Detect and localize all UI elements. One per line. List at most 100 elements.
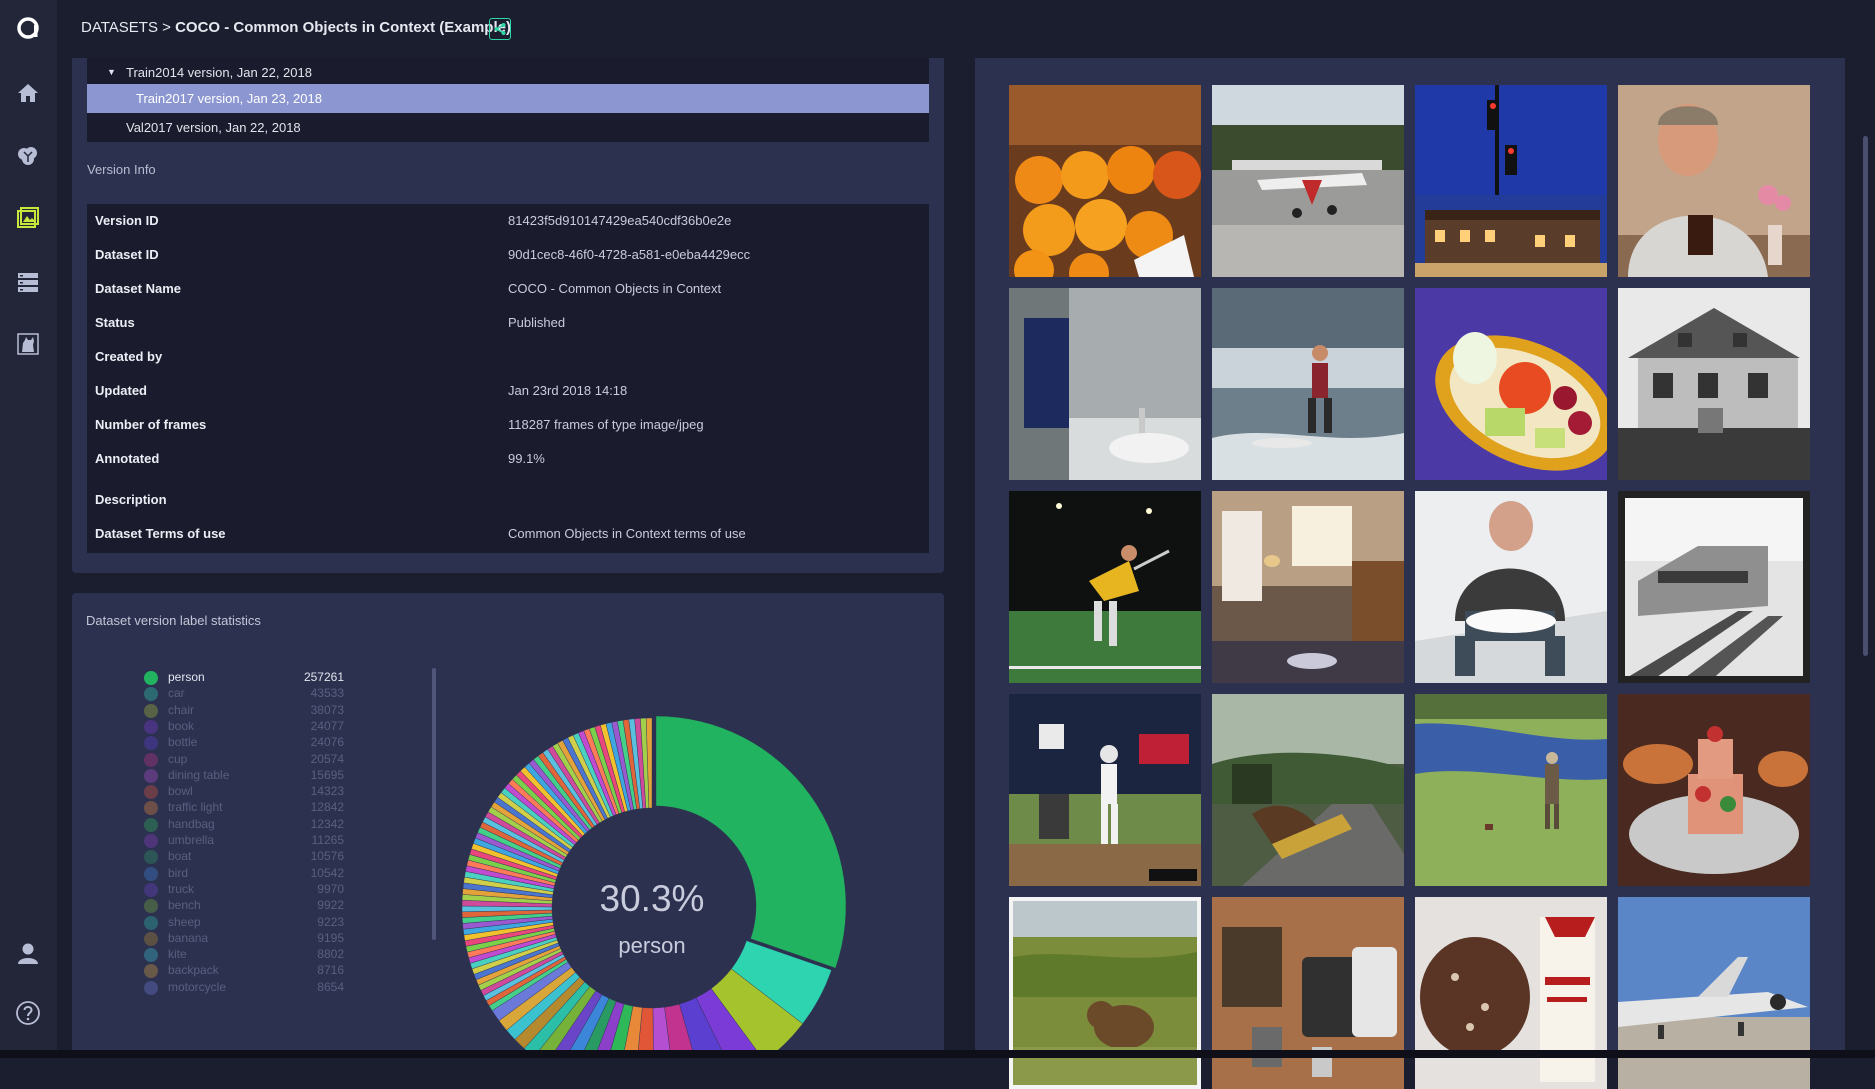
thumbnail-bear[interactable] xyxy=(1009,897,1201,1089)
page-title: COCO - Common Objects in Context (Exampl… xyxy=(175,19,511,36)
legend-color-dot xyxy=(144,768,158,783)
thumbnail-bento[interactable] xyxy=(1415,288,1607,480)
info-row-version-id: Version ID 81423f5d910147429ea540cdf36b0… xyxy=(87,204,929,238)
info-key: Dataset Terms of use xyxy=(95,526,226,541)
info-key: Annotated xyxy=(95,451,160,466)
thumbnail-bag-contents[interactable] xyxy=(1212,897,1404,1089)
thumbnail-jet[interactable] xyxy=(1618,897,1810,1089)
breadcrumb-separator: > xyxy=(157,19,176,36)
info-key: Version ID xyxy=(95,213,159,228)
info-row-updated: Updated Jan 23rd 2018 14:18 xyxy=(87,374,929,408)
thumbnail-toilet-man[interactable] xyxy=(1415,491,1607,683)
breadcrumb: DATASETS > COCO - Common Objects in Cont… xyxy=(81,19,511,36)
thumbnail-cake[interactable] xyxy=(1618,694,1810,886)
thumbnail-tennis[interactable] xyxy=(1009,491,1201,683)
legend-color-dot xyxy=(144,834,158,848)
info-key: Status xyxy=(95,315,135,330)
thumbnail-bathroom[interactable] xyxy=(1009,288,1201,480)
version-label: Train2017 version, Jan 23, 2018 xyxy=(136,91,322,106)
legend-color-dot xyxy=(144,817,158,832)
legend-color-dot xyxy=(144,801,158,816)
version-item-train2017[interactable]: Train2017 version, Jan 23, 2018 xyxy=(87,84,929,113)
share-button[interactable] xyxy=(489,18,511,40)
info-key: Description xyxy=(95,492,167,507)
thumbnail-skateboard[interactable] xyxy=(1212,694,1404,886)
thumbnail-baseball[interactable] xyxy=(1009,694,1201,886)
thumbnail-train[interactable] xyxy=(1618,491,1810,683)
info-key: Updated xyxy=(95,383,147,398)
image-icon[interactable] xyxy=(10,200,46,236)
legend-scrollbar[interactable] xyxy=(432,668,436,940)
version-info-heading: Version Info xyxy=(87,162,156,177)
info-key: Dataset ID xyxy=(95,247,159,262)
legend-color-dot xyxy=(144,850,158,865)
thumbnail-farmhouse[interactable] xyxy=(1618,288,1810,480)
legend-color-dot xyxy=(144,931,158,946)
bottom-edge xyxy=(0,1050,1875,1058)
thumbnail-surfer[interactable] xyxy=(1212,288,1404,480)
top-bar: DATASETS > COCO - Common Objects in Cont… xyxy=(57,0,1875,58)
sidebar xyxy=(0,0,57,1050)
breadcrumb-datasets-link[interactable]: DATASETS xyxy=(81,19,158,36)
legend-count: 8654 xyxy=(317,979,344,994)
user-icon[interactable] xyxy=(10,935,46,971)
logo-icon[interactable] xyxy=(10,10,46,46)
version-info-table: Version ID 81423f5d910147429ea540cdf36b0… xyxy=(87,204,929,553)
info-value: 118287 frames of type image/jpeg xyxy=(508,417,704,432)
legend-color-dot xyxy=(144,785,158,800)
legend-color-dot xyxy=(144,980,158,995)
donut-center-label: person xyxy=(618,933,685,958)
cat-icon[interactable] xyxy=(10,326,46,362)
legend-color-dot xyxy=(144,964,158,979)
info-row-created-by: Created by xyxy=(87,340,929,374)
home-icon[interactable] xyxy=(10,75,46,111)
legend-color-dot xyxy=(144,687,158,702)
donut-center-percent: 30.3% xyxy=(600,878,705,919)
legend-color-dot xyxy=(144,866,158,881)
thumbnail-traffic-light[interactable] xyxy=(1415,85,1607,277)
thumbnail-kitchen[interactable] xyxy=(1212,491,1404,683)
info-row-description: Description xyxy=(87,483,929,517)
legend-color-dot xyxy=(144,703,158,718)
legend-color-dot xyxy=(144,736,158,751)
thumbnail-fisherman[interactable] xyxy=(1415,694,1607,886)
info-value: Published xyxy=(508,315,566,330)
legend-color-dot xyxy=(144,882,158,897)
donut-slice-person[interactable] xyxy=(655,715,847,969)
help-icon[interactable] xyxy=(10,995,46,1031)
thumbnail-oranges[interactable] xyxy=(1009,85,1201,277)
terms-of-use-link[interactable]: Common Objects in Context terms of use xyxy=(508,517,746,551)
info-value: 90d1cec8-46f0-4728-a581-e0eba4429ecc xyxy=(508,247,751,262)
legend-color-dot xyxy=(144,752,158,767)
info-value: Jan 23rd 2018 14:18 xyxy=(508,383,628,398)
info-row-status: Status Published xyxy=(87,306,929,340)
gallery-scrollbar[interactable] xyxy=(1863,136,1868,656)
legend-item-motorcycle[interactable]: motorcycle 8654 xyxy=(72,978,372,997)
left-column: ▼ Train2014 version, Jan 22, 2018 Train2… xyxy=(57,58,975,1050)
version-label: Val2017 version, Jan 22, 2018 xyxy=(126,120,301,135)
thumbnail-airplane[interactable] xyxy=(1212,85,1404,277)
frame-gallery xyxy=(975,58,1845,1089)
version-tree: ▼ Train2014 version, Jan 22, 2018 Train2… xyxy=(87,58,929,142)
thumbnail-chocolate-cake[interactable] xyxy=(1415,897,1607,1089)
version-item-val2017[interactable]: Val2017 version, Jan 22, 2018 xyxy=(87,113,929,142)
info-row-number-of-frames: Number of frames 118287 frames of type i… xyxy=(87,408,929,442)
version-item-train2014[interactable]: ▼ Train2014 version, Jan 22, 2018 xyxy=(87,58,929,87)
stats-title: Dataset version label statistics xyxy=(86,613,261,628)
info-value: COCO - Common Objects in Context xyxy=(508,281,722,296)
legend-color-dot xyxy=(144,671,158,685)
version-info-panel: ▼ Train2014 version, Jan 22, 2018 Train2… xyxy=(72,58,944,573)
thumbnail-man-at-table[interactable] xyxy=(1618,85,1810,277)
info-row-terms-of-use: Dataset Terms of use Common Objects in C… xyxy=(87,517,929,551)
info-key: Number of frames xyxy=(95,417,207,432)
label-donut-chart: 30.3% person xyxy=(461,715,847,1050)
brain-icon[interactable] xyxy=(10,138,46,174)
info-row-annotated: Annotated 99.1% xyxy=(87,442,929,476)
version-label: Train2014 version, Jan 22, 2018 xyxy=(126,65,312,80)
info-value: 99.1% xyxy=(508,451,545,466)
legend-color-dot xyxy=(144,719,158,734)
info-value: 81423f5d910147429ea540cdf36b0e2e xyxy=(508,213,732,228)
database-icon[interactable] xyxy=(10,264,46,300)
share-icon xyxy=(494,23,506,35)
caret-down-icon[interactable]: ▼ xyxy=(107,58,116,87)
